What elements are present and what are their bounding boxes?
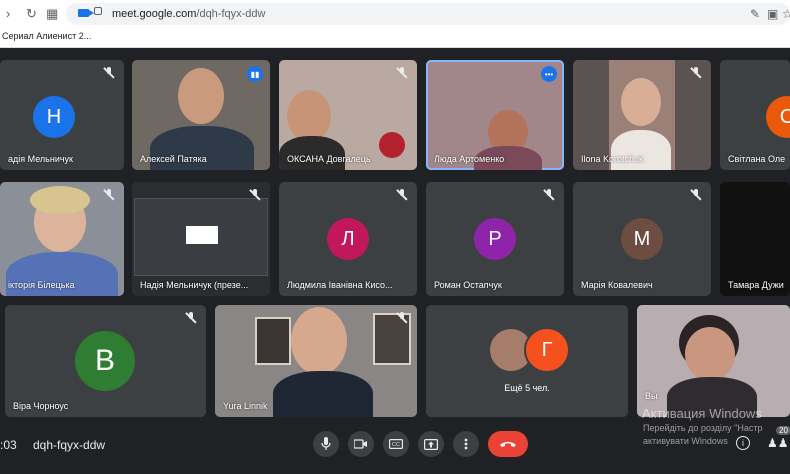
mic-off-icon bbox=[396, 67, 408, 79]
participant-tile[interactable]: Тамара Дужи bbox=[720, 182, 790, 296]
mic-off-icon bbox=[396, 189, 408, 201]
video-face bbox=[685, 327, 735, 381]
participant-tile[interactable]: ••• Люда Артоменко bbox=[426, 60, 564, 170]
participant-tile[interactable]: Г Ещё 5 чел. bbox=[426, 305, 628, 417]
lock-icon[interactable] bbox=[94, 7, 102, 15]
captions-icon: CC bbox=[389, 439, 403, 449]
browser-chrome: › ↻ ▦ meet.google.com/dqh-fqyx-ddw ✎ ▣ ☆… bbox=[0, 0, 790, 48]
participant-name: Людмила Іванівна Кисо... bbox=[287, 280, 393, 290]
avatar: Н bbox=[33, 96, 75, 138]
participant-tile[interactable]: Надія Мельничук (презе... bbox=[132, 182, 270, 296]
avatar: С bbox=[766, 96, 790, 138]
svg-text:CC: CC bbox=[392, 442, 400, 448]
more-options-icon[interactable]: ••• bbox=[541, 66, 557, 82]
mic-off-icon bbox=[103, 189, 115, 201]
avatar: М bbox=[621, 218, 663, 260]
url-text[interactable]: meet.google.com/dqh-fqyx-ddw bbox=[112, 8, 265, 20]
participant-tile[interactable]: С Світлана Оле bbox=[720, 60, 790, 170]
speaking-icon: ▮▮ bbox=[247, 66, 263, 82]
participant-name: Марія Ковалевич bbox=[581, 280, 653, 290]
meeting-code: dqh-fqyx-ddw bbox=[33, 438, 106, 452]
bookmark-item[interactable]: Сериал Алиенист 2... bbox=[2, 31, 91, 41]
camera-icon bbox=[354, 439, 367, 449]
participant-tile[interactable]: Н адія Мельничук bbox=[0, 60, 124, 170]
video-torso bbox=[611, 130, 671, 170]
video-face bbox=[287, 90, 331, 142]
bookmarks-bar: Сериал Алиенист 2... bbox=[0, 28, 790, 48]
present-button[interactable] bbox=[418, 431, 444, 457]
participant-tile[interactable]: В Віра Чорноус bbox=[5, 305, 206, 417]
participant-name: Вы bbox=[645, 391, 658, 401]
more-options-button[interactable] bbox=[453, 431, 479, 457]
video-face bbox=[178, 68, 224, 124]
video-picture-frame bbox=[255, 317, 291, 365]
video-flowers bbox=[379, 132, 405, 158]
mic-off-icon bbox=[690, 189, 702, 201]
mic-off-icon bbox=[185, 312, 197, 324]
people-icon[interactable]: ♟♟ bbox=[767, 436, 789, 450]
windows-activation-line2: активувати Windows bbox=[643, 436, 728, 446]
meeting-details-icon[interactable]: i bbox=[736, 436, 750, 450]
participant-name: ОКСАНА Довгалець bbox=[287, 154, 371, 164]
participant-tile[interactable]: ОКСАНА Довгалець bbox=[279, 60, 417, 170]
participant-tile[interactable]: ▮▮ Алексей Патяка bbox=[132, 60, 270, 170]
camera-button[interactable] bbox=[348, 431, 374, 457]
video-face bbox=[291, 307, 347, 375]
participant-name: Тамара Дужи bbox=[728, 280, 784, 290]
participant-name: ікторія Білецька bbox=[8, 280, 75, 290]
participant-name: адія Мельничук bbox=[8, 154, 73, 164]
apps-grid-icon[interactable]: ▦ bbox=[46, 6, 58, 22]
windows-activation-line1: Перейдіть до розділу "Настр bbox=[643, 423, 763, 433]
video-torso bbox=[279, 136, 345, 170]
camera-in-use-icon[interactable] bbox=[78, 9, 94, 17]
participant-tile[interactable]: Yura Linnik bbox=[215, 305, 417, 417]
participant-name: Люда Артоменко bbox=[434, 154, 505, 164]
participant-name: Світлана Оле bbox=[728, 154, 786, 164]
edit-icon[interactable]: ✎ bbox=[750, 7, 760, 21]
leave-call-button[interactable] bbox=[488, 431, 528, 457]
mic-off-icon bbox=[543, 189, 555, 201]
avatar: Л bbox=[327, 218, 369, 260]
participant-name: Ilona Korotchuk bbox=[581, 154, 644, 164]
video-hair bbox=[30, 186, 90, 214]
participant-tile[interactable]: Р Роман Остапчук bbox=[426, 182, 564, 296]
video-torso bbox=[273, 371, 373, 417]
mic-off-icon bbox=[249, 189, 261, 201]
people-count-badge: 20 bbox=[776, 426, 790, 435]
participant-name: Yura Linnik bbox=[223, 401, 268, 411]
captions-button[interactable]: CC bbox=[383, 431, 409, 457]
mic-off-icon bbox=[103, 67, 115, 79]
forward-icon[interactable]: › bbox=[6, 6, 10, 22]
participant-tile[interactable]: ікторія Білецька bbox=[0, 182, 124, 296]
reload-icon[interactable]: ↻ bbox=[26, 6, 37, 22]
avatar: В bbox=[75, 331, 135, 391]
windows-activation-title: Активация Windows bbox=[642, 406, 762, 421]
hangup-icon bbox=[500, 442, 516, 447]
mic-icon bbox=[321, 437, 331, 450]
video-face bbox=[621, 78, 661, 126]
participant-name: Віра Чорноус bbox=[13, 401, 69, 411]
address-bar-row: › ↻ ▦ meet.google.com/dqh-fqyx-ddw ✎ ▣ ☆ bbox=[0, 0, 790, 28]
participant-name: Надія Мельничук (презе... bbox=[140, 280, 249, 290]
screenshot-icon[interactable]: ▣ bbox=[767, 7, 778, 21]
participant-tile[interactable]: Л Людмила Іванівна Кисо... bbox=[279, 182, 417, 296]
participant-tile[interactable]: Ilona Korotchuk bbox=[573, 60, 711, 170]
participant-name: Алексей Патяка bbox=[140, 154, 207, 164]
shared-screen-dialog bbox=[186, 226, 218, 244]
avatar: Г bbox=[524, 327, 570, 373]
mic-off-icon bbox=[690, 67, 702, 79]
mic-button[interactable] bbox=[313, 431, 339, 457]
star-icon[interactable]: ☆ bbox=[782, 7, 790, 21]
participant-tile[interactable]: М Марія Ковалевич bbox=[573, 182, 711, 296]
participant-name: Роман Остапчук bbox=[434, 280, 502, 290]
mic-off-icon bbox=[396, 312, 408, 324]
more-vert-icon bbox=[464, 438, 468, 450]
more-participants-label: Ещё 5 чел. bbox=[504, 383, 550, 393]
meeting-time: :03 bbox=[0, 438, 17, 452]
participant-tile-self[interactable]: Вы bbox=[637, 305, 790, 417]
present-icon bbox=[424, 438, 438, 450]
avatar: Р bbox=[474, 218, 516, 260]
